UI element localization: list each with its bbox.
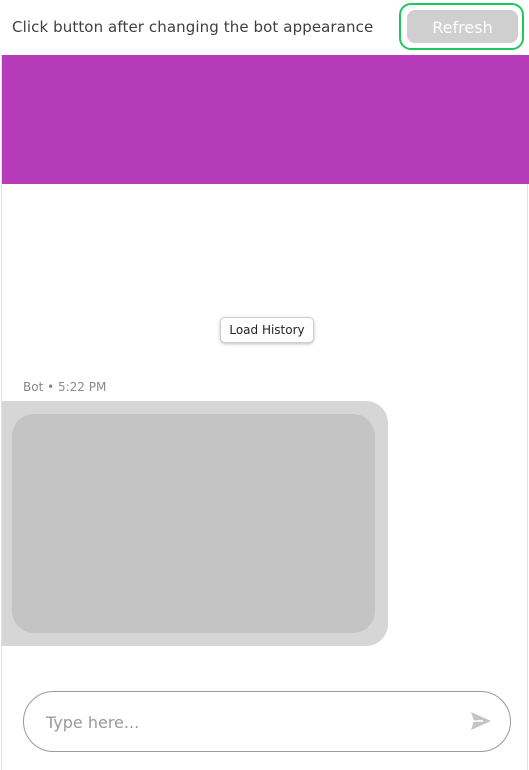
top-toolbar: Click button after changing the bot appe…	[0, 0, 529, 55]
message-meta: Bot • 5:22 PM	[23, 380, 107, 394]
send-icon[interactable]	[469, 709, 493, 733]
chat-header-band	[2, 55, 529, 184]
refresh-button[interactable]: Refresh	[407, 10, 518, 43]
bot-message-bubble	[2, 401, 388, 646]
message-input[interactable]	[44, 706, 448, 738]
message-composer	[23, 691, 511, 752]
instruction-text: Click button after changing the bot appe…	[12, 18, 374, 36]
chat-widget: Load History Bot • 5:22 PM	[1, 55, 529, 770]
load-history-button[interactable]: Load History	[220, 317, 314, 343]
refresh-button-focus-ring: Refresh	[399, 3, 524, 50]
message-media-placeholder	[12, 414, 375, 633]
